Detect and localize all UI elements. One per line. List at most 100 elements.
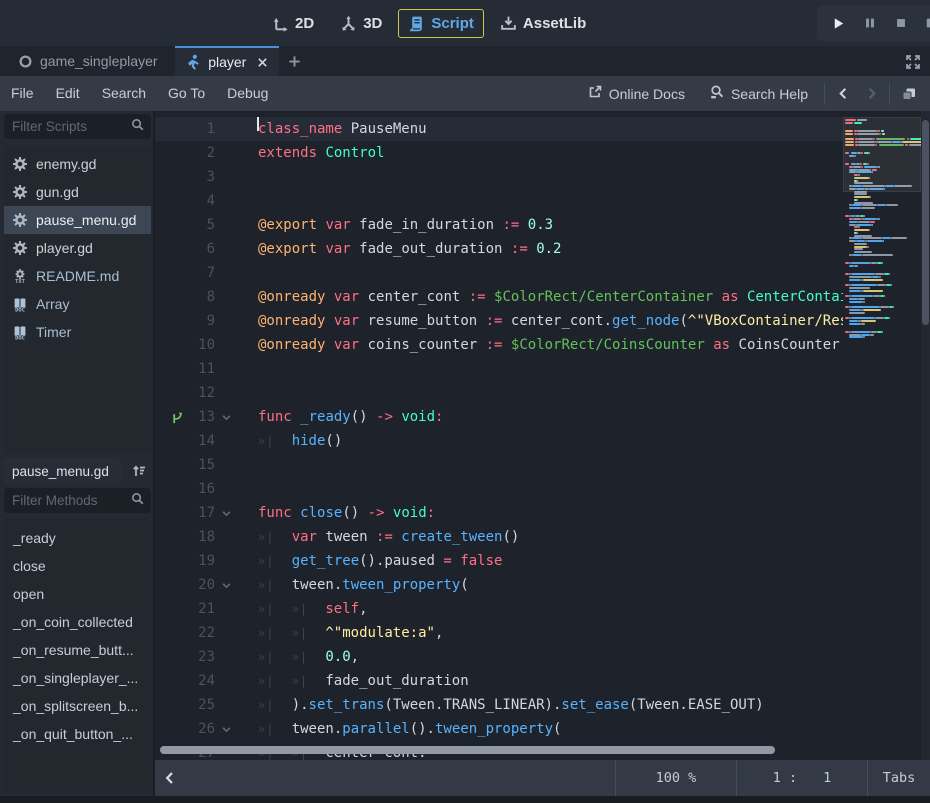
menu-file[interactable]: File [0, 76, 45, 111]
pause-button[interactable] [859, 12, 881, 34]
method-item-close[interactable]: close [4, 552, 151, 580]
expand-window-icon[interactable] [902, 51, 924, 73]
collapse-sidebar-button[interactable] [155, 760, 185, 796]
fold-arrow-icon[interactable] [215, 508, 258, 519]
code-line-24[interactable]: 24»|»|fade_out_duration [155, 669, 843, 693]
code-line-26[interactable]: 26»|tween.parallel().tween_property( [155, 717, 843, 741]
play-scene-button[interactable] [921, 12, 930, 34]
scene-tab-player[interactable]: player [175, 46, 279, 76]
fold-arrow-icon[interactable] [215, 412, 258, 423]
stop-button[interactable] [890, 12, 912, 34]
history-back-button[interactable] [831, 82, 855, 106]
fold-arrow-icon[interactable] [215, 724, 258, 735]
filter-methods-input[interactable]: Filter Methods [4, 488, 151, 513]
code-line-23[interactable]: 23»|»|0.0, [155, 645, 843, 669]
code-line-text: »|»|fade_out_duration [258, 673, 469, 689]
code-line-6[interactable]: 6@export var fade_out_duration := 0.2 [155, 237, 843, 261]
code-line-11[interactable]: 11 [155, 357, 843, 381]
code-line-5[interactable]: 5@export var fade_in_duration := 0.3 [155, 213, 843, 237]
close-icon[interactable] [256, 56, 269, 69]
code-text-area[interactable]: 1class_name PauseMenu2extends Control345… [155, 117, 843, 760]
code-line-22[interactable]: 22»|»|^"modulate:a", [155, 621, 843, 645]
minimap[interactable] [843, 111, 921, 760]
code-line-3[interactable]: 3 [155, 165, 843, 189]
sort-methods-button[interactable] [127, 459, 151, 483]
minimap-viewport[interactable] [843, 117, 921, 192]
line-number: 16 [185, 481, 215, 497]
add-scene-tab-button[interactable] [283, 50, 305, 72]
line-number: 5 [185, 217, 215, 233]
code-line-25[interactable]: 25»|).set_trans(Tween.TRANS_LINEAR).set_… [155, 693, 843, 717]
code-line-12[interactable]: 12 [155, 381, 843, 405]
minimap-row [845, 298, 919, 300]
code-line-8[interactable]: 8@onready var center_cont := $ColorRect/… [155, 285, 843, 309]
token-usr: PauseMenu [351, 121, 427, 137]
main-screen-3d-button[interactable]: 3D [330, 9, 392, 38]
method-item-_on_coin_collected[interactable]: _on_coin_collected [4, 608, 151, 636]
method-item-_on_splitscreen_b[interactable]: _on_splitscreen_b... [4, 692, 151, 720]
history-forward-button[interactable] [859, 82, 883, 106]
code-line-1[interactable]: 1class_name PauseMenu [155, 117, 843, 141]
main-screen-2d-button[interactable]: 2D [262, 9, 324, 38]
menu-search[interactable]: Search [91, 76, 157, 111]
code-line-14[interactable]: 14»|hide() [155, 429, 843, 453]
code-line-18[interactable]: 18»|var tween := create_tween() [155, 525, 843, 549]
code-line-17[interactable]: 17func close() -> void: [155, 501, 843, 525]
code-line-2[interactable]: 2extends Control [155, 141, 843, 165]
scene-tab-game_singleplayer[interactable]: game_singleplayer [8, 46, 168, 76]
minimap-segment [849, 287, 869, 289]
minimap-segment [873, 295, 880, 297]
script-name: README.md [36, 268, 119, 284]
code-line-text: »|).set_trans(Tween.TRANS_LINEAR).set_ea… [258, 697, 764, 713]
filter-scripts-input[interactable]: Filter Scripts [4, 114, 151, 139]
play-button[interactable] [828, 12, 850, 34]
menu-go-to[interactable]: Go To [157, 76, 216, 111]
connection-slot-icon[interactable] [155, 410, 185, 425]
menu-debug[interactable]: Debug [216, 76, 279, 111]
method-item-open[interactable]: open [4, 580, 151, 608]
scripts-list: enemy.gdgun.gdpause_menu.gdplayer.gdTXTR… [4, 146, 151, 454]
main-screen-script-button[interactable]: Script [398, 9, 484, 38]
script-item-enemy.gd[interactable]: enemy.gd [4, 150, 151, 178]
minimap-segment [861, 334, 870, 336]
script-item-player.gd[interactable]: player.gd [4, 234, 151, 262]
script-item-pause_menu.gd[interactable]: pause_menu.gd [4, 206, 151, 234]
token-type: void [401, 409, 435, 425]
method-item-_on_quit_button_[interactable]: _on_quit_button_... [4, 720, 151, 748]
code-line-19[interactable]: 19»|get_tree().paused = false [155, 549, 843, 573]
method-item-_on_singleplayer_[interactable]: _on_singleplayer_... [4, 664, 151, 692]
code-line-9[interactable]: 9@onready var resume_button := center_co… [155, 309, 843, 333]
online-docs-button[interactable]: Online Docs [575, 84, 697, 103]
code-line-20[interactable]: 20»|tween.tween_property( [155, 573, 843, 597]
horizontal-scrollbar[interactable] [155, 744, 921, 756]
minimap-segment [852, 237, 862, 239]
minimap-row [845, 276, 919, 278]
code-line-4[interactable]: 4 [155, 189, 843, 213]
code-line-7[interactable]: 7 [155, 261, 843, 285]
vertical-scrollbar-thumb[interactable] [922, 120, 929, 325]
fold-arrow-icon[interactable] [215, 580, 258, 591]
code-editor[interactable]: 1class_name PauseMenu2extends Control345… [155, 111, 930, 760]
code-line-13[interactable]: 13func _ready() -> void: [155, 405, 843, 429]
script-item-README.md[interactable]: TXTREADME.md [4, 262, 151, 290]
panel-layout-icon[interactable] [894, 82, 924, 106]
script-item-gun.gd[interactable]: gun.gd [4, 178, 151, 206]
token-kw: var [292, 529, 317, 545]
method-item-_ready[interactable]: _ready [4, 524, 151, 552]
code-line-21[interactable]: 21»|»|self, [155, 597, 843, 621]
code-line-10[interactable]: 10@onready var coins_counter := $ColorRe… [155, 333, 843, 357]
code-line-16[interactable]: 16 [155, 477, 843, 501]
menu-edit[interactable]: Edit [45, 76, 91, 111]
mode-label: 3D [363, 15, 382, 32]
horizontal-scrollbar-thumb[interactable] [160, 746, 775, 754]
method-item-_on_resume_butt[interactable]: _on_resume_butt... [4, 636, 151, 664]
code-line-15[interactable]: 15 [155, 453, 843, 477]
vertical-scrollbar[interactable] [921, 111, 930, 760]
main-screen-assetlib-button[interactable]: AssetLib [490, 9, 596, 38]
minimap-segment [893, 306, 894, 308]
indent-type-button[interactable]: Tabs [868, 770, 930, 786]
script-item-Array[interactable]: DOCArray [4, 290, 151, 318]
script-item-Timer[interactable]: DOCTimer [4, 318, 151, 346]
external-link-icon [587, 84, 603, 103]
search-help-button[interactable]: Search Help [697, 84, 820, 103]
